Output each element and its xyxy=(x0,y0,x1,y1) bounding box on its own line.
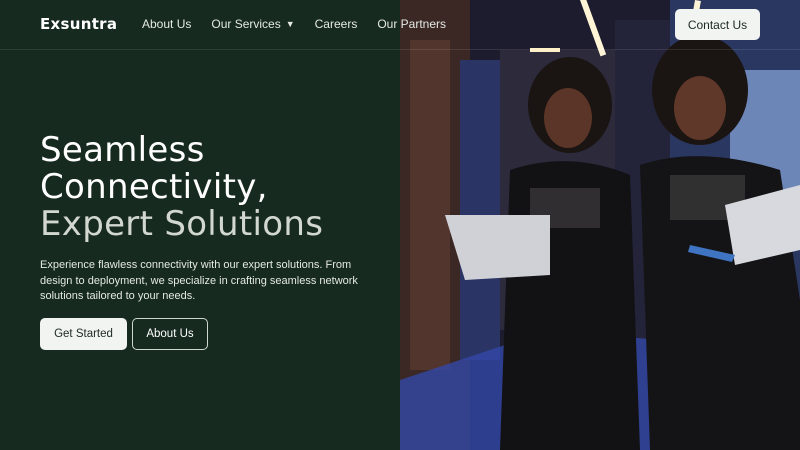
hero-title: Seamless Connectivity, Expert Solutions xyxy=(40,132,400,243)
site-header: Exsuntra About Us Our Services ▼ Careers… xyxy=(0,0,800,50)
hero-title-line-2: Connectivity, xyxy=(40,167,268,207)
nav-item-careers[interactable]: Careers xyxy=(315,17,358,31)
brand-logo[interactable]: Exsuntra xyxy=(40,15,117,33)
hero-description: Experience flawless connectivity with ou… xyxy=(40,259,358,302)
hero-photo-illustration xyxy=(400,0,800,450)
nav-item-our-partners[interactable]: Our Partners xyxy=(377,17,446,31)
nav-item-label: Careers xyxy=(314,17,358,31)
main-nav: About Us Our Services ▼ Careers Our Part… xyxy=(142,17,466,31)
contact-us-button[interactable]: Contact Us xyxy=(675,9,760,40)
nav-item-label: Our Partners xyxy=(377,17,447,31)
get-started-button[interactable]: Get Started xyxy=(40,318,127,350)
caret-down-icon: ▼ xyxy=(285,19,295,29)
hero-title-line-3: Expert Solutions xyxy=(40,204,324,244)
nav-item-label: Our Services xyxy=(211,17,281,31)
hero-title-line-1: Seamless xyxy=(40,130,205,170)
nav-item-label: About Us xyxy=(142,17,192,31)
hero-image xyxy=(400,0,800,450)
nav-item-about-us[interactable]: About Us xyxy=(142,17,191,31)
about-us-button[interactable]: About Us xyxy=(132,318,208,350)
nav-item-our-services[interactable]: Our Services ▼ xyxy=(211,17,294,31)
